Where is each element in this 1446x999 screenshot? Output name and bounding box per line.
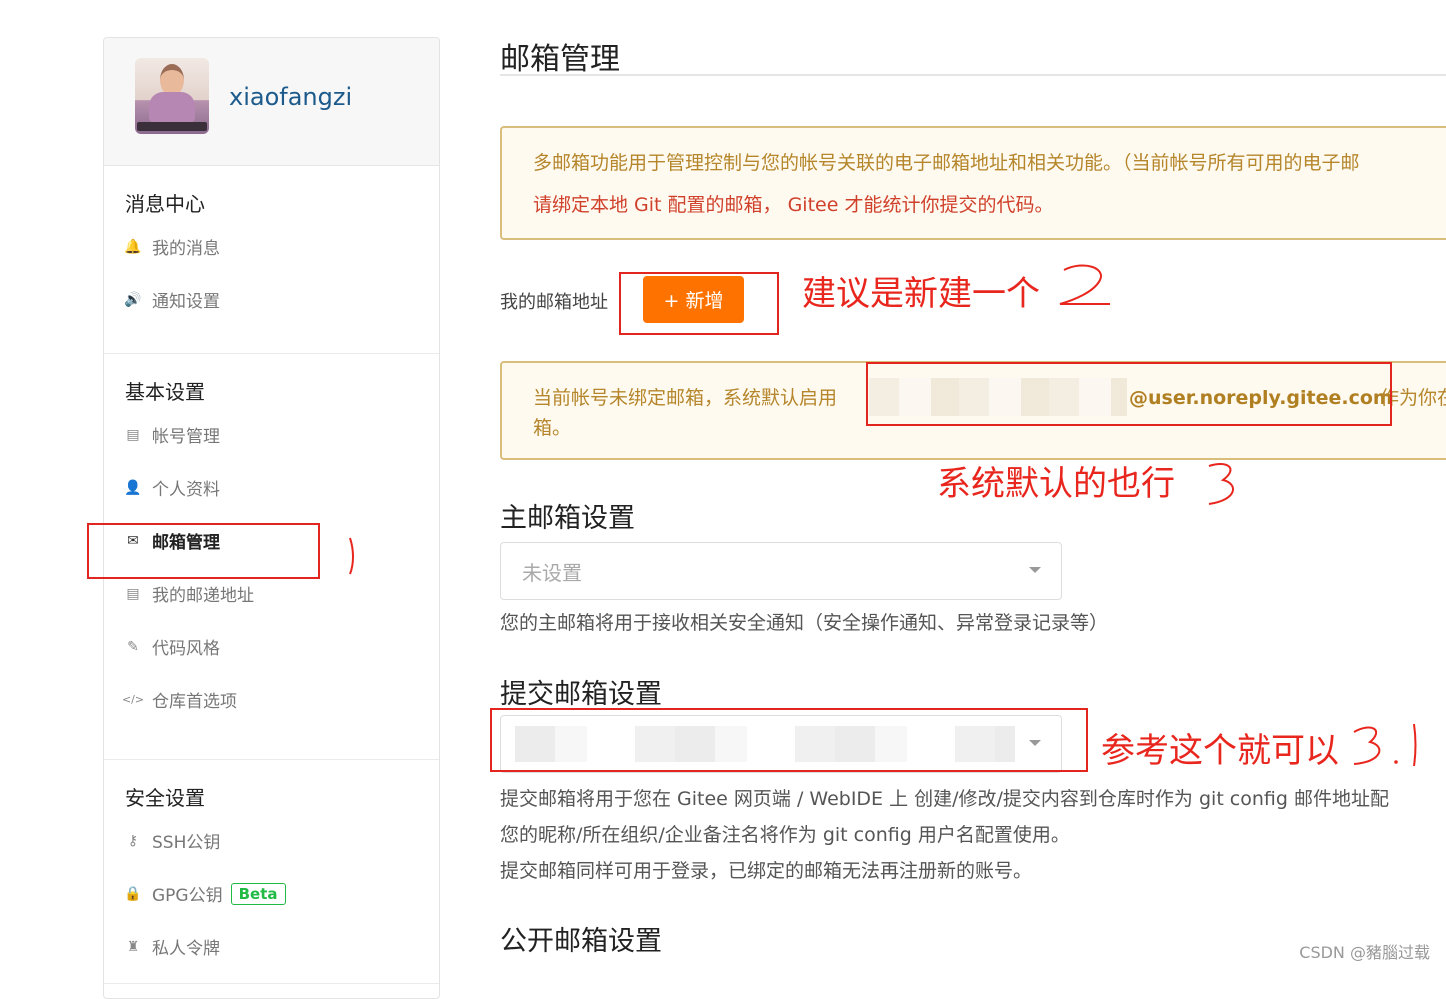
info-notice: 多邮箱功能用于管理控制与您的帐号关联的电子邮箱地址和相关功能。（当前帐号所有可用… [500, 126, 1446, 240]
annotation-box-add [619, 272, 779, 335]
sidebar-item[interactable]: 👤 个人资料 [104, 461, 439, 514]
annotation-box-email-nav [87, 523, 320, 579]
sidebar-section-title: 消息中心 [125, 192, 205, 216]
bell-icon: 🔔 [124, 238, 142, 255]
primary-email-value: 未设置 [522, 560, 582, 585]
title-divider [500, 74, 1446, 76]
sidebar-item[interactable]: 🔒 GPG公钥 Beta [104, 867, 439, 920]
sidebar-item-label: SSH公钥 [152, 833, 221, 853]
sidebar-item-label: 私人令牌 [152, 939, 220, 959]
annotation-number-3 [1208, 462, 1234, 505]
settings-sidebar: xiaofangzi 消息中心 🔔 我的消息 🔊 通知设置 基本设置 ▤ 帐号管理 👤 个人资料 ✉… [103, 37, 440, 999]
sidebar-item[interactable]: ✎ 代码风格 [104, 620, 439, 673]
sidebar-section: 安全设置 ⚷ SSH公钥 🔒 GPG公钥 Beta ♜ 私人令牌 [104, 760, 439, 984]
sidebar-item-label: 通知设置 [152, 292, 220, 312]
commit-email-heading: 提交邮箱设置 [500, 679, 662, 710]
sidebar-section-title: 基本设置 [125, 380, 205, 404]
sidebar-section-title: 安全设置 [125, 786, 205, 810]
sidebar-item-label: 我的邮递地址 [152, 586, 254, 606]
primary-email-select[interactable]: 未设置 [500, 542, 1062, 600]
annotation-number-2 [1059, 264, 1110, 305]
info-notice-line2: 请绑定本地 Git 配置的邮箱， Gitee 才能统计你提交的代码。 [533, 194, 1054, 216]
sidebar-item[interactable]: ⚷ SSH公钥 [104, 814, 439, 867]
sidebar-section: 消息中心 🔔 我的消息 🔊 通知设置 [104, 166, 439, 354]
annotation-box-default-email [866, 362, 1392, 426]
commit-email-desc-1: 提交邮箱将用于您在 Gitee 网页端 / WebIDE 上 创建/修改/提交内… [500, 788, 1389, 810]
page-title: 邮箱管理 [500, 42, 620, 77]
annotation-text-3: 参考这个就可以 [1101, 731, 1339, 771]
sidebar-item-label: 个人资料 [152, 480, 220, 500]
sidebar-item-label: 我的消息 [152, 239, 220, 259]
sidebar-item[interactable]: ♜ 私人令牌 [104, 920, 439, 973]
key-icon: ⚷ [127, 832, 139, 849]
info-notice-line1: 多邮箱功能用于管理控制与您的帐号关联的电子邮箱地址和相关功能。（当前帐号所有可用… [533, 152, 1360, 174]
avatar[interactable] [135, 58, 209, 134]
paintbrush-icon: ✎ [127, 638, 139, 655]
annotation-text-1: 建议是新建一个 [802, 274, 1040, 314]
default-email-line2: 箱。 [533, 417, 572, 439]
sidebar-item[interactable]: </> 仓库首选项 [104, 673, 439, 726]
sidebar-item-label: 仓库首选项 [152, 692, 237, 712]
user-icon: 👤 [124, 479, 142, 496]
token-icon: ♜ [126, 938, 140, 955]
annotation-number-3-1 [1353, 723, 1417, 767]
annotation-number-1 [349, 537, 354, 575]
sidebar-item[interactable]: 🔊 通知设置 [104, 273, 439, 326]
username-link[interactable]: xiaofangzi [229, 83, 352, 111]
public-email-heading: 公开邮箱设置 [500, 926, 662, 957]
default-email-prefix: 当前帐号未绑定邮箱，系统默认启用 [533, 387, 838, 409]
lock-icon: 🔒 [124, 885, 142, 902]
sidebar-item-label: 代码风格 [152, 639, 220, 659]
annotation-box-commit-email [490, 708, 1088, 772]
my-email-label: 我的邮箱地址 [500, 292, 608, 313]
address-card-icon: ▤ [126, 585, 140, 602]
code-icon: </> [121, 693, 145, 706]
annotation-text-2: 系统默认的也行 [937, 464, 1175, 504]
id-card-icon: ▤ [126, 426, 140, 443]
profile-card: xiaofangzi [104, 38, 439, 166]
sidebar-item-label: GPG公钥 [152, 886, 223, 906]
primary-email-heading: 主邮箱设置 [500, 503, 635, 534]
commit-email-desc-3: 提交邮箱同样可用于登录，已绑定的邮箱无法再注册新的账号。 [500, 860, 1033, 882]
sidebar-item-label: 帐号管理 [152, 427, 220, 447]
commit-email-desc-2: 您的昵称/所在组织/企业备注名将作为 git config 用户名配置使用。 [500, 824, 1070, 846]
watermark: CSDN @豬腦过载 [1299, 943, 1430, 962]
primary-email-desc: 您的主邮箱将用于接收相关安全通知（安全操作通知、异常登录记录等） [500, 612, 1109, 634]
speaker-icon: 🔊 [124, 291, 142, 308]
chevron-down-icon [1029, 567, 1041, 573]
sidebar-item[interactable]: 🔔 我的消息 [104, 220, 439, 273]
beta-badge: Beta [230, 882, 286, 905]
sidebar-item[interactable]: ▤ 帐号管理 [104, 408, 439, 461]
